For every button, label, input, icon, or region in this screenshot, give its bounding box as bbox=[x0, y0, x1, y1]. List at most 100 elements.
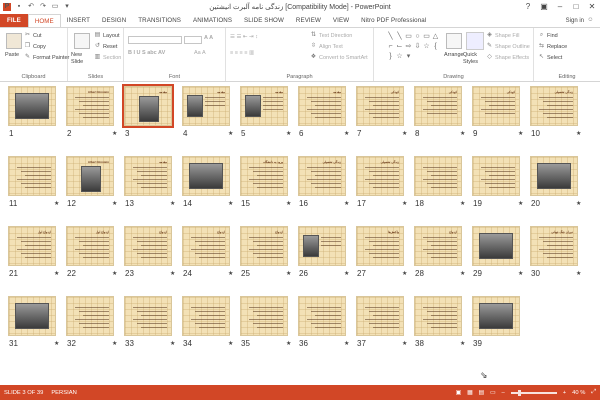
arrow-shape-icon[interactable]: ⇨ bbox=[404, 42, 413, 52]
save-icon[interactable]: ▪ bbox=[15, 3, 23, 11]
paste-icon[interactable] bbox=[6, 33, 22, 49]
smiley-icon[interactable]: ☺ bbox=[587, 17, 594, 24]
slide-preview[interactable] bbox=[182, 296, 230, 336]
animation-star-icon[interactable]: ★ bbox=[518, 270, 523, 277]
slide-thumbnail-21[interactable]: ازدواج اول 21 ★ bbox=[8, 226, 66, 296]
slide-preview[interactable]: ازدواج bbox=[414, 226, 462, 266]
slide-preview[interactable]: کودکی bbox=[472, 86, 520, 126]
bold-italic-underline-icon[interactable]: B I U S abc AV bbox=[128, 50, 165, 56]
tab-insert[interactable]: INSERT bbox=[61, 14, 96, 27]
slide-thumbnail-28[interactable]: ازدواج 28 ★ bbox=[414, 226, 472, 296]
animation-star-icon[interactable]: ★ bbox=[112, 130, 117, 137]
slide-preview[interactable] bbox=[8, 296, 56, 336]
animation-star-icon[interactable]: ★ bbox=[576, 270, 581, 277]
slide-preview[interactable]: زندگی تحصیلی bbox=[356, 156, 404, 196]
slide-preview[interactable] bbox=[182, 156, 230, 196]
help-icon[interactable]: ? bbox=[520, 0, 536, 13]
slide-thumbnail-26[interactable]: 26 ★ bbox=[298, 226, 356, 296]
slide-preview[interactable] bbox=[124, 296, 172, 336]
tab-transitions[interactable]: TRANSITIONS bbox=[132, 14, 187, 27]
ribbon-display-icon[interactable]: ▣ bbox=[536, 0, 552, 13]
animation-star-icon[interactable]: ★ bbox=[460, 200, 465, 207]
shape-outline-button[interactable]: ✎ Shape Outline bbox=[486, 43, 530, 50]
animation-star-icon[interactable]: ★ bbox=[54, 340, 59, 347]
slide-thumbnail-38[interactable]: 38 ★ bbox=[414, 296, 472, 366]
animation-star-icon[interactable]: ★ bbox=[228, 340, 233, 347]
paste-button[interactable]: Paste bbox=[5, 52, 19, 58]
slide-thumbnail-15[interactable]: ورود به دانشگاه 15 ★ bbox=[240, 156, 298, 226]
slide-preview[interactable]: ازدواج اول bbox=[66, 226, 114, 266]
slide-thumbnail-12[interactable]: Albert Einstein 12 ★ bbox=[66, 156, 124, 226]
star-shape-icon[interactable]: ☆ bbox=[422, 42, 431, 52]
animation-star-icon[interactable]: ★ bbox=[460, 270, 465, 277]
slide-thumbnail-39[interactable]: 39 bbox=[472, 296, 530, 366]
slide-preview[interactable]: مقدمه bbox=[298, 86, 346, 126]
zoom-slider-knob[interactable] bbox=[518, 389, 522, 396]
quick-styles-icon[interactable] bbox=[466, 32, 484, 50]
animation-star-icon[interactable]: ★ bbox=[460, 130, 465, 137]
language-indicator[interactable]: PERSIAN bbox=[51, 390, 76, 396]
cut-button[interactable]: ✂ Cut bbox=[24, 32, 42, 39]
slide-preview[interactable]: مقدمه bbox=[124, 156, 172, 196]
slide-preview[interactable]: ورود به دانشگاه bbox=[240, 156, 288, 196]
animation-star-icon[interactable]: ★ bbox=[286, 130, 291, 137]
slide-thumbnail-33[interactable]: 33 ★ bbox=[124, 296, 182, 366]
animation-star-icon[interactable]: ★ bbox=[112, 200, 117, 207]
slide-preview[interactable]: ازدواج bbox=[182, 226, 230, 266]
slide-thumbnail-27[interactable]: واکنش‌ها 27 ★ bbox=[356, 226, 414, 296]
shapes-gallery[interactable]: ╲ ╲ ▭ ○ ▭ △ ⌐ ⌙ ⇨ ⇩ ☆{ } ☆ ▾ bbox=[386, 32, 442, 66]
find-button[interactable]: ⌕ Find bbox=[538, 32, 558, 39]
fit-to-window-icon[interactable]: ⤢ bbox=[591, 389, 596, 396]
undo-icon[interactable]: ↶ bbox=[27, 3, 35, 11]
animation-star-icon[interactable]: ★ bbox=[228, 270, 233, 277]
tab-animations[interactable]: ANIMATIONS bbox=[187, 14, 238, 27]
animation-star-icon[interactable]: ★ bbox=[228, 130, 233, 137]
slide-thumbnail-10[interactable]: زندگی تحصیلی 10 ★ bbox=[530, 86, 588, 156]
slide-preview[interactable]: کودکی bbox=[414, 86, 462, 126]
rectangle-shape-icon[interactable]: ▭ bbox=[404, 32, 413, 42]
slide-thumbnail-5[interactable]: مقدمه 5 ★ bbox=[240, 86, 298, 156]
animation-star-icon[interactable]: ★ bbox=[54, 200, 59, 207]
slide-thumbnail-9[interactable]: کودکی 9 ★ bbox=[472, 86, 530, 156]
animation-star-icon[interactable]: ★ bbox=[170, 270, 175, 277]
slide-preview[interactable]: Albert Einstein bbox=[66, 86, 114, 126]
animation-star-icon[interactable]: ★ bbox=[402, 270, 407, 277]
slide-thumbnail-23[interactable]: ازدواج 23 ★ bbox=[124, 226, 182, 296]
slide-preview[interactable]: زندگی تحصیلی bbox=[530, 86, 578, 126]
slide-sorter-icon[interactable]: ▦ bbox=[467, 390, 472, 396]
text-direction-button[interactable]: ⇅ Text Direction bbox=[310, 32, 352, 39]
slide-thumbnail-34[interactable]: 34 ★ bbox=[182, 296, 240, 366]
animation-star-icon[interactable]: ★ bbox=[286, 270, 291, 277]
animation-star-icon[interactable]: ★ bbox=[402, 130, 407, 137]
slide-thumbnail-11[interactable]: 11 ★ bbox=[8, 156, 66, 226]
line-shape-icon[interactable]: ⌐ bbox=[386, 42, 395, 52]
slide-thumbnail-35[interactable]: 35 ★ bbox=[240, 296, 298, 366]
replace-button[interactable]: ⇆ Replace bbox=[538, 43, 567, 50]
sign-in-link[interactable]: Sign in bbox=[566, 18, 584, 24]
more-shapes-icon[interactable]: ▾ bbox=[404, 52, 413, 62]
slide-thumbnail-3[interactable]: مقدمه 3 bbox=[122, 84, 182, 156]
line-shape-icon[interactable]: ╲ bbox=[395, 32, 404, 42]
bullets-icon[interactable]: ☰ ☰ ⇤ ⇥ ↕ bbox=[230, 34, 258, 40]
quick-styles-button[interactable]: Quick Styles bbox=[463, 52, 483, 66]
select-button[interactable]: ↖ Select bbox=[538, 54, 562, 61]
slide-preview[interactable] bbox=[356, 296, 404, 336]
arrow-shape-icon[interactable]: ⇩ bbox=[413, 42, 422, 52]
align-text-button[interactable]: ⇳ Align Text bbox=[310, 43, 343, 50]
slide-preview[interactable]: مقدمه bbox=[122, 84, 174, 128]
slide-preview[interactable]: واکنش‌ها bbox=[356, 226, 404, 266]
slide-preview[interactable] bbox=[298, 296, 346, 336]
shape-fill-button[interactable]: ◈ Shape Fill bbox=[486, 32, 519, 39]
slide-thumbnail-2[interactable]: Albert Einstein 2 ★ bbox=[66, 86, 124, 156]
slideshow-from-start-icon[interactable]: ▭ bbox=[51, 3, 59, 11]
font-name-input[interactable] bbox=[128, 36, 182, 44]
rect-shape-icon[interactable]: ▭ bbox=[422, 32, 431, 42]
customize-qat-icon[interactable]: ▾ bbox=[63, 3, 71, 11]
slide-preview[interactable]: Albert Einstein bbox=[66, 156, 114, 196]
slide-preview[interactable] bbox=[472, 226, 520, 266]
animation-star-icon[interactable]: ★ bbox=[170, 200, 175, 207]
convert-smartart-button[interactable]: ❖ Convert to SmartArt bbox=[310, 54, 368, 61]
format-painter-button[interactable]: ✎ Format Painter bbox=[24, 54, 69, 61]
normal-view-icon[interactable]: ▣ bbox=[456, 390, 461, 396]
animation-star-icon[interactable]: ★ bbox=[112, 270, 117, 277]
